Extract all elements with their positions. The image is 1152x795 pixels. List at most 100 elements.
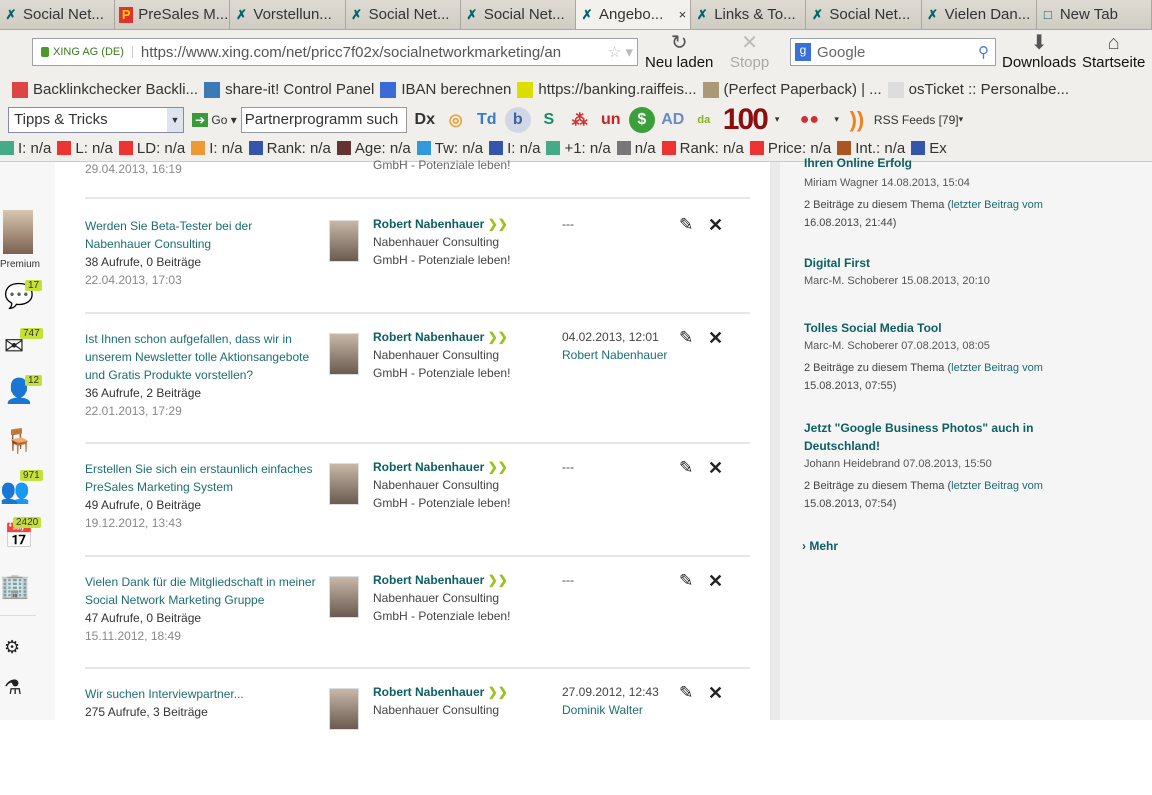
url-bar[interactable]: XING AG (DE) https://www.xing.com/net/pr… <box>32 38 638 66</box>
author-name-link[interactable]: Robert Nabenhauer <box>373 217 484 231</box>
last-post-author[interactable]: Dominik Walter <box>562 701 659 719</box>
un-icon[interactable]: un <box>598 107 624 133</box>
tab-3[interactable]: ✗ Social Net... <box>345 0 461 29</box>
seo-metric[interactable]: I: n/a <box>0 140 51 157</box>
seo-metric[interactable]: Rank: n/a <box>661 140 744 157</box>
seo-metric[interactable]: I: n/a <box>489 140 540 157</box>
author-photo[interactable] <box>329 333 359 375</box>
topic-title-link[interactable]: Werden Sie Beta-Tester bei der Nabenhaue… <box>85 219 252 251</box>
seo-metric[interactable]: +1: n/a <box>546 140 611 157</box>
rss-feeds-button[interactable]: RSS Feeds [79] <box>874 113 959 127</box>
delete-x-icon[interactable]: ✕ <box>708 215 723 236</box>
topic-title-link[interactable]: Wir suchen Interviewpartner... <box>85 687 244 701</box>
author-name-link[interactable]: Robert Nabenhauer <box>373 685 484 699</box>
b-icon[interactable]: b <box>504 106 531 133</box>
seo-metric[interactable]: L: n/a <box>57 140 113 157</box>
tab-1[interactable]: P PreSales M... <box>115 0 231 29</box>
bookmark-item[interactable]: share-it! Control Panel <box>204 81 374 98</box>
delete-x-icon[interactable]: ✕ <box>708 571 723 592</box>
author-photo[interactable] <box>329 576 359 618</box>
scrollbar[interactable] <box>770 162 780 720</box>
topic-title-link[interactable]: Erstellen Sie sich ein erstaunlich einfa… <box>85 462 312 494</box>
downloads-button[interactable]: ⬇ Downloads <box>1002 32 1076 71</box>
tab-9[interactable]: □ New Tab <box>1036 0 1152 29</box>
author-photo[interactable] <box>329 220 359 262</box>
bookmark-item[interactable]: (Perfect Paperback) | ... <box>702 81 882 98</box>
groups-icon[interactable]: 👥 <box>0 477 30 506</box>
dollar-icon[interactable]: $ <box>628 106 655 133</box>
tab-0[interactable]: ✗ Social Net... <box>0 0 116 29</box>
site-identity[interactable]: XING AG (DE) <box>39 46 133 58</box>
seo-metric[interactable]: Price: n/a <box>749 140 831 157</box>
tab-2[interactable]: ✗ Vorstellun... <box>230 0 346 29</box>
seo-metric[interactable]: Tw: n/a <box>416 140 483 157</box>
dots-icon[interactable]: ⁂ <box>567 107 593 133</box>
bookmark-star-icon[interactable]: ☆ ▾ <box>608 43 637 61</box>
topic-title-link[interactable]: Ist Ihnen schon aufgefallen, dass wir in… <box>85 332 309 382</box>
tab-4[interactable]: ✗ Social Net... <box>460 0 577 29</box>
jobs-chair-icon[interactable]: 🪑 <box>4 427 34 456</box>
hundred-icon[interactable]: 100 <box>723 103 769 137</box>
close-tab-icon[interactable]: × <box>679 7 687 22</box>
profile-avatar[interactable] <box>3 210 33 254</box>
stop-button[interactable]: ✕ Stopp <box>730 32 769 71</box>
search-icon[interactable]: ⚲ <box>978 43 995 61</box>
delete-x-icon[interactable]: ✕ <box>708 683 723 704</box>
discussion-title-link[interactable]: Jetzt "Google Business Photos" auch in D… <box>804 419 1064 455</box>
seo-metric[interactable]: Rank: n/a <box>248 140 331 157</box>
tab-7[interactable]: ✗ Social Net... <box>806 0 922 29</box>
tab-5[interactable]: ✗ Angebo... × <box>576 0 692 29</box>
author-name-link[interactable]: Robert Nabenhauer <box>373 330 484 344</box>
author-photo[interactable] <box>329 463 359 505</box>
bookmark-item[interactable]: IBAN berechnen <box>380 81 511 98</box>
settings-gear-icon[interactable]: ⚙ <box>4 637 20 658</box>
last-post-link[interactable]: letzter Beitrag vom <box>951 480 1043 492</box>
seo-metric[interactable]: LD: n/a <box>118 140 185 157</box>
td-icon[interactable]: Td <box>474 107 500 133</box>
edit-pencil-icon[interactable]: ✎ <box>679 458 693 478</box>
url-text[interactable]: https://www.xing.com/net/pricc7f02x/soci… <box>141 44 561 61</box>
rss-icon[interactable]: )) <box>844 107 870 133</box>
labs-flask-icon[interactable]: ⚗ <box>4 675 22 700</box>
edit-pencil-icon[interactable]: ✎ <box>679 215 693 235</box>
tab-8[interactable]: ✗ Vielen Dan... <box>921 0 1037 29</box>
dx-icon[interactable]: Dx <box>412 107 438 133</box>
bookmark-item[interactable]: osTicket :: Personalbe... <box>887 81 1069 98</box>
edit-pencil-icon[interactable]: ✎ <box>679 328 693 348</box>
more-link[interactable]: › Mehr <box>802 539 838 553</box>
go-button[interactable]: ➔ Go ▾ <box>192 112 237 127</box>
topic-title-link[interactable]: Vielen Dank für die Mitgliedschaft in me… <box>85 575 316 607</box>
delete-x-icon[interactable]: ✕ <box>708 328 723 349</box>
last-post-author[interactable]: Robert Nabenhauer <box>562 346 667 364</box>
author-name-link[interactable]: Robert Nabenhauer <box>373 460 484 474</box>
bookmark-item[interactable]: Backlinkchecker Backli... <box>12 81 198 98</box>
author-photo[interactable] <box>329 688 359 730</box>
ring-icon[interactable]: ◎ <box>443 107 469 133</box>
da-icon[interactable]: da <box>691 107 717 133</box>
reload-button[interactable]: ↻ Neu laden <box>645 32 713 71</box>
edit-pencil-icon[interactable]: ✎ <box>679 571 693 591</box>
seo-metric[interactable]: Ex <box>911 140 947 157</box>
bookmark-item[interactable]: https://banking.raiffeis... <box>517 81 697 98</box>
seo-metric[interactable]: Int.: n/a <box>837 140 905 157</box>
affiliate-people-icon[interactable]: ●● <box>784 107 834 133</box>
edit-pencil-icon[interactable]: ✎ <box>679 683 693 703</box>
last-post-link[interactable]: letzter Beitrag vom <box>951 362 1043 374</box>
s-icon[interactable]: S <box>536 107 562 133</box>
seo-metric[interactable]: Age: n/a <box>336 140 411 157</box>
search-box[interactable]: g Google ⚲ <box>790 38 996 66</box>
companies-icon[interactable]: 🏢 <box>0 572 30 601</box>
discussion-title-link[interactable]: Digital First <box>804 254 1064 272</box>
tipps-dropdown[interactable]: Tipps & Tricks ▼ <box>8 106 184 133</box>
author-name-link[interactable]: Robert Nabenhauer <box>373 573 484 587</box>
delete-x-icon[interactable]: ✕ <box>708 458 723 479</box>
last-post-link[interactable]: letzter Beitrag vom <box>951 199 1043 211</box>
partner-search-input[interactable]: Partnerprogramm such <box>240 106 407 133</box>
tab-6[interactable]: ✗ Links & To... <box>691 0 807 29</box>
home-button[interactable]: ⌂ Startseite <box>1082 32 1145 71</box>
seo-metric[interactable]: I: n/a <box>191 140 243 157</box>
ad-icon[interactable]: AD <box>660 107 686 133</box>
partial-title[interactable]: Ihren Online Erfolg <box>804 156 912 170</box>
seo-metric[interactable]: n/a <box>616 140 656 157</box>
discussion-title-link[interactable]: Tolles Social Media Tool <box>804 319 1064 337</box>
